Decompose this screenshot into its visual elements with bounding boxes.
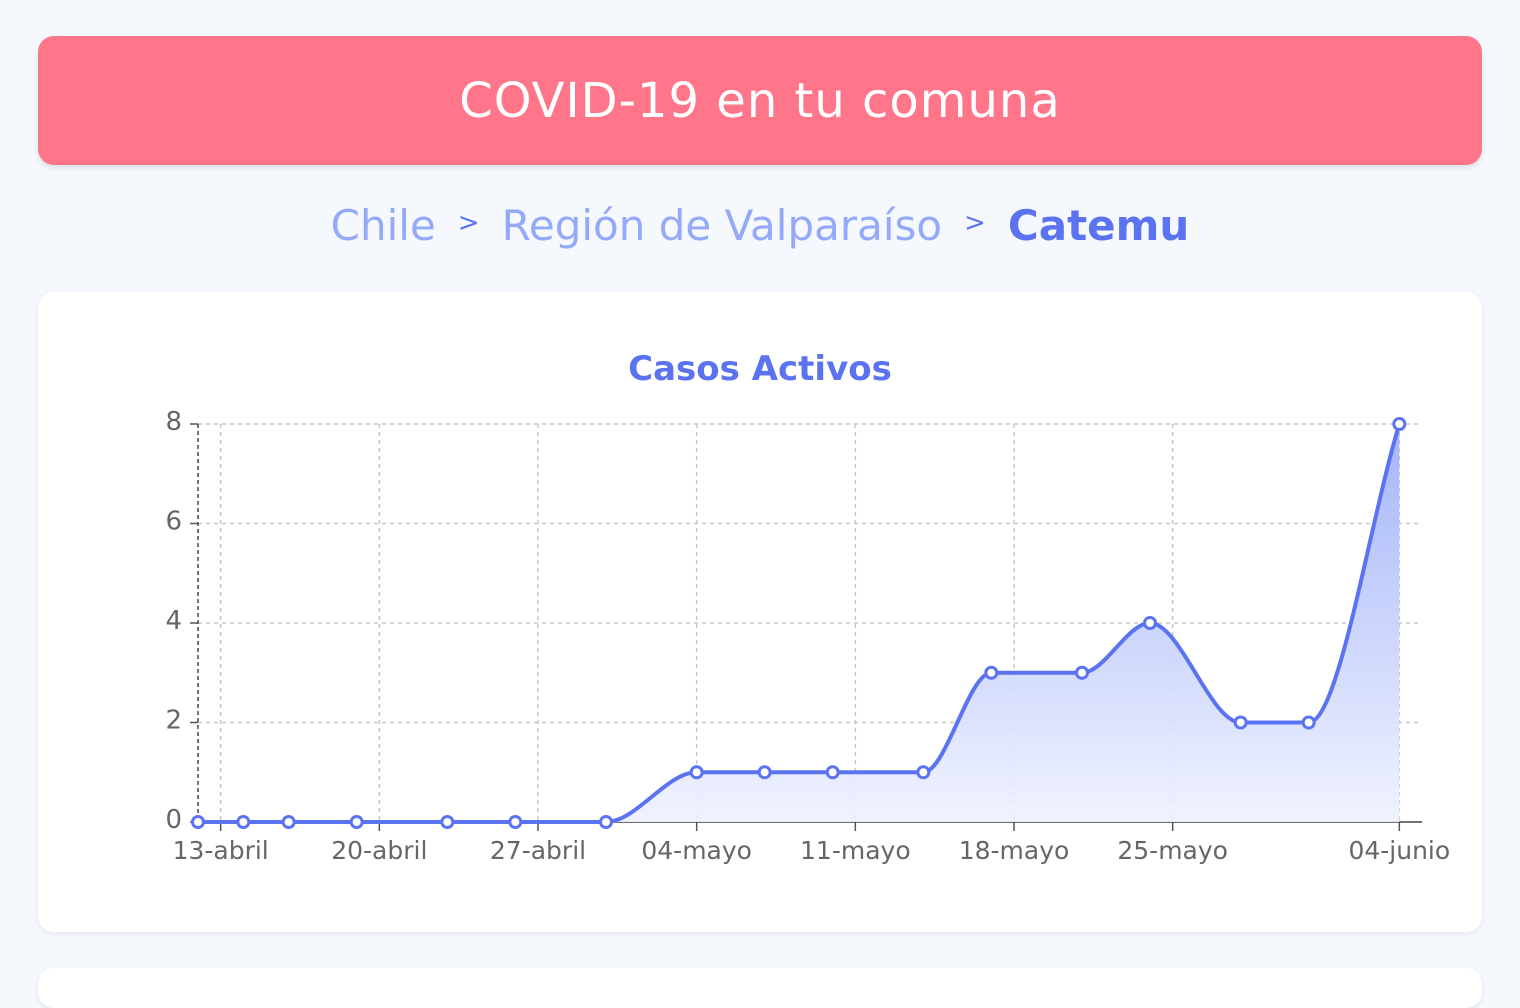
breadcrumb-country-link[interactable]: Chile <box>331 201 436 250</box>
breadcrumb-separator: > <box>964 208 986 238</box>
x-tick-label: 11-mayo <box>800 836 911 865</box>
x-tick-label: 27-abril <box>490 836 586 865</box>
data-point <box>757 765 772 780</box>
y-tick-label: 0 <box>165 805 182 835</box>
data-point <box>508 815 523 829</box>
chart-title: Casos Activos <box>628 349 892 389</box>
data-point <box>825 765 840 780</box>
data-point <box>1301 715 1316 730</box>
y-tick-label: 8 <box>165 407 182 437</box>
active-cases-chart: Casos Activos 0 2 4 6 8 13-abril 20-abril 27-ab… <box>165 349 1450 865</box>
data-point <box>191 815 205 829</box>
breadcrumb-current-commune: Catemu <box>1007 200 1190 250</box>
page-title: COVID-19 en tu comuna <box>459 72 1061 129</box>
breadcrumb-region-link[interactable]: Región de Valparaíso <box>502 201 943 250</box>
x-tick-label: 25-mayo <box>1117 836 1228 865</box>
secondary-card <box>38 968 1482 1008</box>
breadcrumb-separator: > <box>457 208 480 238</box>
data-point <box>984 665 999 680</box>
data-point <box>1075 665 1089 680</box>
x-tick-label: 20-abril <box>331 836 427 865</box>
data-point <box>236 815 251 829</box>
data-point <box>689 765 704 780</box>
data-point <box>440 815 455 829</box>
x-tick-label: 04-junio <box>1348 836 1450 865</box>
x-tick-label: 13-abril <box>173 836 269 865</box>
data-point <box>1233 715 1248 730</box>
y-tick-label: 6 <box>165 507 182 537</box>
data-point <box>281 815 296 829</box>
data-point <box>916 765 931 780</box>
x-tick-label: 18-mayo <box>959 836 1070 865</box>
y-tick-label: 2 <box>165 706 182 736</box>
data-point <box>1143 616 1157 630</box>
data-point <box>1392 417 1407 431</box>
data-point <box>599 815 613 829</box>
y-tick-label: 4 <box>165 606 182 636</box>
x-tick-label: 04-mayo <box>641 836 752 865</box>
data-point <box>349 815 364 829</box>
chart-card: Casos Activos 0 2 4 6 8 13-abril 20-abril 27-ab… <box>38 292 1482 932</box>
page-header: COVID-19 en tu comuna <box>38 36 1482 165</box>
breadcrumb: Chile > Región de Valparaíso > Catemu <box>0 195 1520 255</box>
